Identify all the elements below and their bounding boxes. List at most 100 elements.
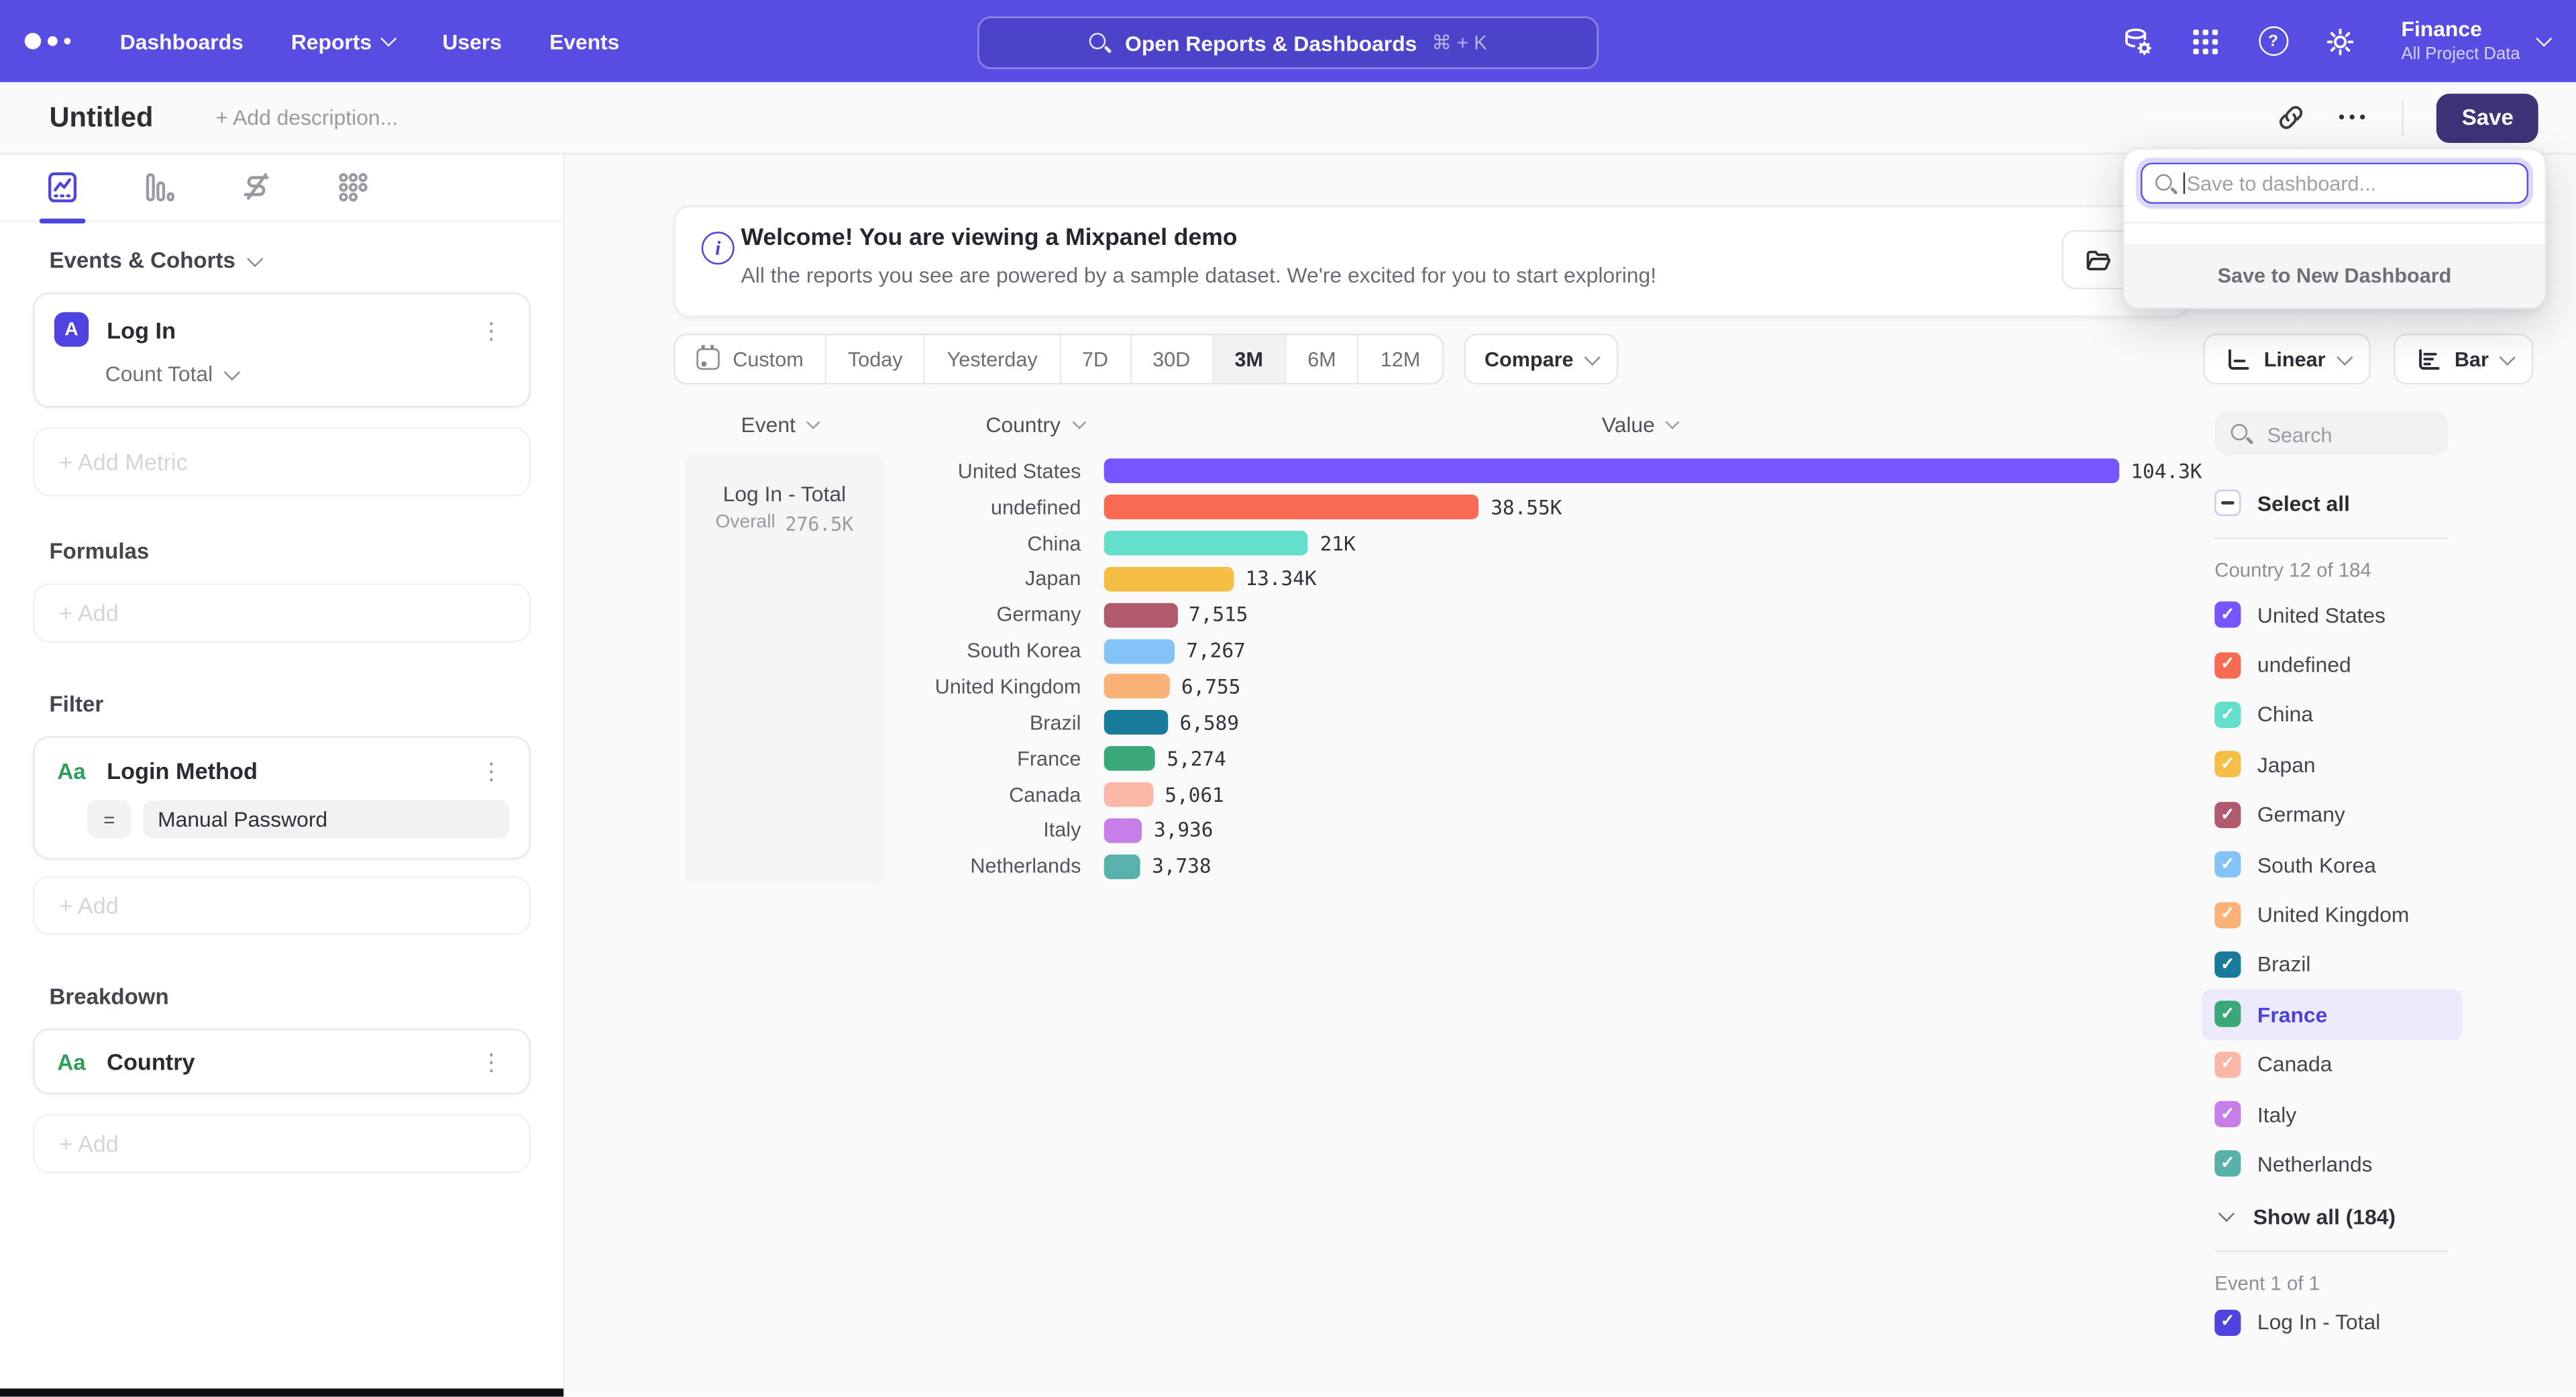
kebab-menu-icon[interactable]: ⋮: [473, 315, 509, 344]
country-filter-item[interactable]: ✓undefined: [2214, 640, 2485, 690]
kebab-menu-icon[interactable]: ⋮: [473, 756, 509, 786]
checkbox-checked[interactable]: ✓: [2214, 1001, 2241, 1027]
range-yesterday[interactable]: Yesterday: [924, 335, 1059, 383]
chart-bar[interactable]: [1104, 567, 1234, 592]
compare-button[interactable]: Compare: [1463, 333, 1619, 384]
select-all-checkbox[interactable]: [2214, 490, 2241, 516]
chart-bar[interactable]: [1104, 746, 1155, 771]
checkbox-checked[interactable]: ✓: [2214, 801, 2241, 827]
checkbox-checked[interactable]: ✓: [2214, 1101, 2241, 1127]
chart-bar[interactable]: [1104, 674, 1170, 699]
help-icon[interactable]: ?: [2257, 25, 2290, 58]
range-today[interactable]: Today: [825, 335, 924, 383]
country-filter-item[interactable]: ✓United Kingdom: [2214, 890, 2485, 939]
country-filter-item[interactable]: ✓China: [2214, 690, 2485, 739]
breakdown-property-name[interactable]: Country: [107, 1048, 195, 1074]
column-header-country[interactable]: Country: [985, 413, 1083, 437]
checkbox-checked[interactable]: ✓: [2214, 1151, 2241, 1177]
chart-bar[interactable]: [1104, 818, 1142, 843]
apps-grid-icon[interactable]: [2190, 25, 2222, 58]
project-switcher[interactable]: Finance All Project Data: [2401, 17, 2549, 64]
chart-bar[interactable]: [1104, 711, 1169, 735]
country-filter-item[interactable]: ✓United States: [2214, 590, 2485, 639]
checkbox-checked[interactable]: ✓: [2214, 1051, 2241, 1078]
filter-value[interactable]: Manual Password: [143, 800, 509, 838]
event-filter-item[interactable]: ✓ Log In - Total: [2214, 1309, 2485, 1335]
nav-item-reports[interactable]: Reports: [291, 29, 395, 54]
segment-search-input[interactable]: [2264, 411, 2435, 458]
chart-bar[interactable]: [1104, 459, 2119, 484]
bar-chart: United States104.3Kundefined38.55KChina2…: [896, 454, 2202, 884]
nav-item-dashboards[interactable]: Dashboards: [120, 29, 244, 54]
checkbox-checked[interactable]: ✓: [2214, 602, 2241, 628]
range-7d[interactable]: 7D: [1059, 335, 1130, 383]
chevron-down-icon: [2219, 1206, 2235, 1222]
more-actions-icon[interactable]: •••: [2339, 107, 2370, 127]
mixpanel-logo-icon[interactable]: [25, 33, 71, 49]
events-cohorts-header[interactable]: Events & Cohorts: [49, 248, 564, 273]
country-filter-item[interactable]: ✓Germany: [2214, 790, 2485, 839]
divider: [2214, 1250, 2448, 1251]
filter-operator[interactable]: =: [87, 800, 131, 838]
checkbox-checked[interactable]: ✓: [2214, 652, 2241, 678]
column-header-value[interactable]: Value: [1602, 413, 1678, 437]
settings-gear-icon[interactable]: [2324, 25, 2357, 58]
country-filter-item[interactable]: ✓Brazil: [2214, 939, 2485, 989]
nav-item-users[interactable]: Users: [442, 29, 502, 54]
string-property-icon: Aa: [54, 758, 89, 783]
checkbox-checked[interactable]: ✓: [2214, 702, 2241, 728]
add-description-field[interactable]: + Add description...: [216, 105, 398, 130]
report-title[interactable]: Untitled: [49, 101, 153, 134]
filter-property-name[interactable]: Login Method: [107, 758, 258, 784]
range-custom[interactable]: Custom: [676, 335, 825, 383]
chart-bar[interactable]: [1104, 495, 1479, 520]
range-3m[interactable]: 3M: [1212, 335, 1285, 383]
add-formula-button[interactable]: + Add: [33, 583, 531, 642]
save-button[interactable]: Save: [2437, 93, 2538, 142]
country-filter-item[interactable]: ✓France: [2202, 990, 2463, 1039]
range-30d[interactable]: 30D: [1130, 335, 1212, 383]
checkbox-checked[interactable]: ✓: [2214, 851, 2241, 878]
chart-bar[interactable]: [1104, 782, 1153, 807]
tab-insights[interactable]: [44, 168, 80, 205]
chart-row: undefined38.55K: [896, 489, 2202, 525]
tab-bar-report[interactable]: [142, 168, 178, 205]
country-filter-item[interactable]: ✓ Canada: [2214, 1039, 2485, 1089]
nav-item-events[interactable]: Events: [549, 29, 619, 54]
scale-selector-button[interactable]: Linear: [2203, 333, 2371, 384]
chart-bar[interactable]: [1104, 639, 1175, 664]
select-all-row[interactable]: Select all: [2214, 490, 2485, 516]
tab-flows[interactable]: [238, 168, 274, 205]
chart-bar[interactable]: [1104, 854, 1140, 879]
country-label: Canada: [2257, 1052, 2332, 1077]
country-filter-item[interactable]: ✓Japan: [2214, 739, 2485, 789]
data-management-icon[interactable]: [2122, 25, 2155, 58]
event-name[interactable]: Log In: [107, 316, 176, 342]
event-checkbox[interactable]: ✓: [2214, 1309, 2241, 1335]
global-search-input[interactable]: Open Reports & Dashboards ⌘ + K: [977, 16, 1599, 68]
show-all-button[interactable]: Show all (184): [2214, 1204, 2485, 1229]
chart-bar[interactable]: [1104, 531, 1309, 556]
copy-link-icon[interactable]: [2277, 103, 2306, 132]
country-filter-item[interactable]: ✓South Korea: [2214, 839, 2485, 889]
checkbox-checked[interactable]: ✓: [2214, 951, 2241, 978]
aggregation-selector[interactable]: Count Total: [105, 362, 509, 386]
country-filter-item[interactable]: ✓Netherlands: [2214, 1139, 2485, 1189]
add-breakdown-button[interactable]: + Add: [33, 1114, 531, 1173]
column-header-event[interactable]: Event: [741, 413, 818, 437]
save-to-dashboard-input[interactable]: [2141, 162, 2528, 203]
range-12m[interactable]: 12M: [1357, 335, 1442, 383]
add-metric-button[interactable]: + Add Metric: [33, 427, 531, 497]
add-filter-button[interactable]: + Add: [33, 876, 531, 935]
checkbox-checked[interactable]: ✓: [2214, 901, 2241, 927]
range-6m[interactable]: 6M: [1285, 335, 1358, 383]
segment-search[interactable]: [2214, 411, 2448, 455]
tab-retention[interactable]: [335, 168, 372, 205]
chart-bar[interactable]: [1104, 603, 1177, 627]
search-icon: [2155, 174, 2177, 196]
kebab-menu-icon[interactable]: ⋮: [473, 1047, 509, 1076]
country-filter-item[interactable]: ✓Italy: [2214, 1089, 2485, 1139]
chart-type-selector-button[interactable]: Bar: [2394, 333, 2534, 384]
save-to-new-dashboard-button[interactable]: Save to New Dashboard: [2125, 243, 2545, 307]
checkbox-checked[interactable]: ✓: [2214, 752, 2241, 778]
